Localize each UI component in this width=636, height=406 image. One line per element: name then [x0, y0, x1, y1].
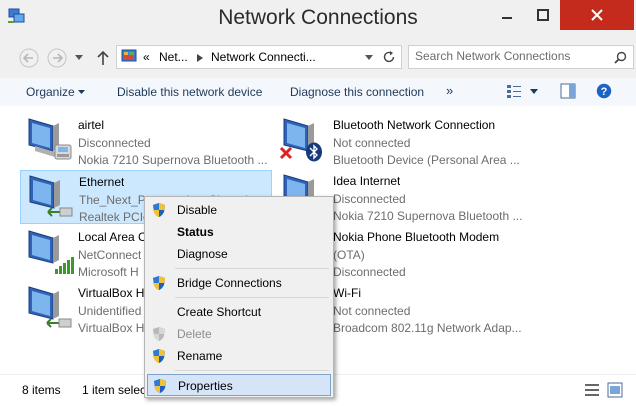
address-overflow-chevron[interactable]: « — [143, 50, 150, 64]
menu-item-label: Delete — [177, 327, 212, 341]
menu-item-label: Bridge Connections — [177, 276, 282, 290]
close-icon — [591, 9, 603, 21]
selection-count: 1 item selec — [82, 383, 147, 397]
minimize-button[interactable] — [488, 0, 526, 30]
menu-item-delete: Delete — [147, 323, 331, 345]
network-adapter-icon — [28, 118, 72, 160]
connection-name: Nokia Phone Bluetooth Modem — [333, 230, 500, 244]
breadcrumb-separator-icon[interactable] — [197, 54, 203, 62]
close-button[interactable] — [560, 0, 634, 30]
svg-text:?: ? — [601, 86, 608, 98]
maximize-icon — [537, 9, 549, 21]
menu-item-properties[interactable]: Properties — [147, 374, 331, 396]
menu-item-create-shortcut[interactable]: Create Shortcut — [147, 301, 331, 323]
address-dropdown-icon[interactable] — [365, 55, 373, 61]
minimize-icon — [502, 17, 512, 19]
forward-button[interactable] — [46, 47, 68, 69]
address-bar-row: « Net... Network Connecti... — [0, 38, 636, 78]
connection-name: Ethernet — [79, 175, 125, 189]
menu-item-label: Disable — [177, 203, 218, 217]
uac-shield-icon — [153, 349, 165, 363]
disable-network-device-button[interactable]: Disable this network device — [117, 85, 262, 99]
more-commands-button[interactable]: » — [446, 83, 453, 98]
view-options-chevron-down-icon[interactable] — [530, 89, 538, 94]
menu-item-rename[interactable]: Rename — [147, 345, 331, 367]
organize-chevron-down-icon[interactable] — [78, 90, 85, 95]
back-arrow-icon — [19, 48, 39, 68]
menu-item-label: Status — [177, 225, 214, 239]
menu-item-label: Diagnose — [177, 247, 228, 261]
chevron-down-icon — [75, 55, 83, 60]
search-box[interactable] — [408, 45, 634, 69]
menu-separator — [175, 370, 329, 371]
menu-item-diagnose[interactable]: Diagnose — [147, 243, 331, 265]
details-view-icon[interactable] — [584, 382, 600, 398]
connection-status: Not connected — [333, 304, 411, 318]
maximize-button[interactable] — [526, 0, 560, 30]
up-button[interactable] — [92, 47, 114, 69]
uac-shield-icon — [153, 276, 165, 290]
menu-item-label: Properties — [178, 379, 233, 393]
change-view-icon[interactable] — [506, 83, 522, 99]
connection-status: Disconnected — [78, 136, 151, 150]
connection-status: NetConnect — [78, 248, 142, 262]
uac-shield-icon — [153, 327, 165, 341]
network-adapter-icon — [29, 175, 73, 217]
connection-status: Unidentified — [78, 304, 142, 318]
connection-status: (OTA) — [333, 248, 365, 262]
menu-item-bridge-connections[interactable]: Bridge Connections — [147, 272, 331, 294]
recent-locations-button[interactable] — [72, 47, 86, 69]
menu-item-label: Rename — [177, 349, 223, 363]
refresh-icon[interactable] — [382, 50, 396, 64]
menu-item-disable[interactable]: Disable — [147, 199, 331, 221]
menu-item-label: Create Shortcut — [177, 305, 262, 319]
connection-name: Bluetooth Network Connection — [333, 118, 496, 132]
network-connections-window: Network Connections « Net... Network Con… — [0, 0, 636, 406]
connection-item-airtel[interactable]: airtel Disconnected Nokia 7210 Supernova… — [20, 114, 272, 168]
uac-shield-icon — [153, 203, 165, 217]
address-bar[interactable]: « Net... Network Connecti... — [116, 45, 402, 69]
connection-name: Idea Internet — [333, 174, 401, 188]
title-bar[interactable]: Network Connections — [0, 0, 636, 38]
command-bar: Organize Disable this network device Dia… — [0, 78, 636, 107]
connection-device: Nokia 7210 Supernova Bluetooth ... — [333, 209, 523, 223]
menu-item-status[interactable]: Status — [147, 221, 331, 243]
forward-arrow-icon — [47, 48, 67, 68]
connection-status: Disconnected — [333, 192, 406, 206]
search-icon[interactable] — [614, 51, 627, 64]
back-button[interactable] — [18, 47, 40, 69]
organize-button[interactable]: Organize — [26, 85, 75, 99]
preview-pane-icon[interactable] — [560, 83, 576, 99]
diagnose-connection-button[interactable]: Diagnose this connection — [290, 85, 424, 99]
up-arrow-icon — [97, 50, 109, 65]
connection-item-bluetooth-network[interactable]: Bluetooth Network Connection Not connect… — [275, 114, 527, 168]
large-icons-view-icon[interactable] — [607, 382, 623, 398]
connection-device: Disconnected — [333, 265, 406, 279]
address-segment-network-connections[interactable]: Network Connecti... — [211, 50, 316, 64]
bluetooth-icon — [306, 142, 322, 162]
address-segment-network[interactable]: Net... — [159, 50, 188, 64]
search-input[interactable] — [415, 49, 605, 63]
connection-name: VirtualBox H — [78, 286, 145, 300]
uac-shield-icon — [154, 379, 166, 393]
connection-device: Bluetooth Device (Personal Area ... — [333, 153, 520, 167]
red-x-icon — [279, 146, 293, 160]
connection-device: Nokia 7210 Supernova Bluetooth ... — [78, 153, 268, 167]
connection-device: Microsoft H — [78, 265, 139, 279]
item-count: 8 items — [22, 383, 61, 397]
help-icon[interactable]: ? — [596, 83, 612, 99]
context-menu: Disable Status Diagnose Bridge Connectio… — [144, 196, 334, 398]
connection-name: airtel — [78, 118, 105, 132]
connection-name: Local Area C — [78, 230, 147, 244]
connection-status: Not connected — [333, 136, 411, 150]
connection-name: Wi-Fi — [333, 286, 361, 300]
connection-device: Broadcom 802.11g Network Adap... — [333, 321, 522, 335]
connection-device: VirtualBox H — [78, 321, 145, 335]
network-adapter-icon — [28, 230, 74, 274]
menu-separator — [175, 297, 329, 298]
menu-separator — [175, 268, 329, 269]
connection-device: Realtek PCIe — [79, 210, 150, 224]
control-panel-icon — [121, 49, 137, 62]
network-adapter-icon — [28, 286, 72, 328]
